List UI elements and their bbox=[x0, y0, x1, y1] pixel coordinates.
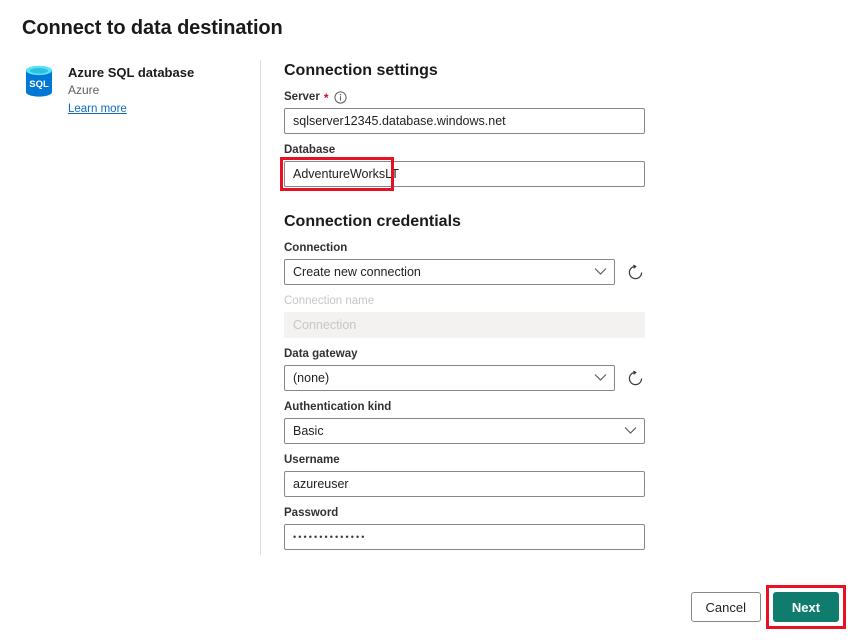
database-input[interactable]: AdventureWorksLT bbox=[284, 161, 645, 187]
chevron-down-icon bbox=[594, 265, 607, 279]
server-field: Server * sqlserver12345.database.windows… bbox=[284, 90, 646, 134]
authentication-kind-value: Basic bbox=[293, 424, 324, 438]
connector-publisher: Azure bbox=[68, 83, 100, 97]
data-gateway-select-value: (none) bbox=[293, 371, 330, 385]
connector-row: SQL Azure SQL database Azure Learn more bbox=[22, 62, 232, 117]
connection-select[interactable]: Create new connection bbox=[284, 259, 615, 285]
authentication-kind-label: Authentication kind bbox=[284, 401, 392, 413]
connector-name: Azure SQL database bbox=[68, 65, 195, 80]
sql-database-icon: SQL bbox=[22, 64, 56, 100]
authentication-kind-select[interactable]: Basic bbox=[284, 418, 645, 444]
connection-refresh-icon[interactable] bbox=[624, 261, 646, 283]
cancel-button[interactable]: Cancel bbox=[690, 592, 761, 622]
info-icon[interactable] bbox=[334, 91, 348, 104]
connection-credentials-heading: Connection credentials bbox=[284, 213, 461, 230]
username-field: Username azureuser bbox=[284, 453, 646, 497]
authentication-kind-field: Authentication kind Basic bbox=[284, 400, 646, 444]
data-gateway-field: Data gateway (none) bbox=[284, 347, 646, 391]
data-gateway-control-row: (none) bbox=[284, 365, 646, 391]
password-label: Password bbox=[284, 507, 339, 519]
database-field: Database AdventureWorksLT bbox=[280, 143, 646, 191]
learn-more-link[interactable]: Learn more bbox=[68, 101, 127, 117]
username-input[interactable]: azureuser bbox=[284, 471, 645, 497]
password-input[interactable]: •••••••••••••• bbox=[284, 524, 645, 550]
data-gateway-label: Data gateway bbox=[284, 348, 358, 360]
server-label-text: Server bbox=[284, 91, 320, 103]
data-gateway-refresh-icon[interactable] bbox=[624, 367, 646, 389]
connection-name-input: Connection bbox=[284, 312, 645, 338]
next-button[interactable]: Next bbox=[773, 592, 839, 622]
connection-label: Connection bbox=[284, 242, 348, 254]
chevron-down-icon bbox=[624, 424, 637, 438]
connection-select-value: Create new connection bbox=[293, 265, 421, 279]
connection-name-label: Connection name bbox=[284, 295, 375, 307]
connector-info-panel: SQL Azure SQL database Azure Learn more bbox=[22, 62, 232, 117]
connection-settings-heading: Connection settings bbox=[284, 62, 438, 79]
username-label: Username bbox=[284, 454, 340, 466]
password-field: Password •••••••••••••• bbox=[284, 506, 646, 550]
panel-divider bbox=[260, 60, 261, 555]
server-input[interactable]: sqlserver12345.database.windows.net bbox=[284, 108, 645, 134]
server-label: Server * bbox=[284, 90, 646, 105]
database-label: Database bbox=[284, 144, 336, 156]
connector-text-block: Azure SQL database Azure Learn more bbox=[68, 62, 194, 117]
dialog-footer: Cancel Next bbox=[690, 585, 846, 629]
page-title: Connect to data destination bbox=[22, 17, 283, 39]
connection-form: Connection settings Server * sqlserver12… bbox=[280, 62, 646, 559]
svg-text:SQL: SQL bbox=[29, 79, 49, 90]
chevron-down-icon bbox=[594, 371, 607, 385]
next-button-wrapper: Next bbox=[766, 585, 846, 629]
data-gateway-select[interactable]: (none) bbox=[284, 365, 615, 391]
connection-control-row: Create new connection bbox=[284, 259, 646, 285]
connection-name-field: Connection name Connection bbox=[284, 294, 646, 338]
connection-field: Connection Create new connection bbox=[284, 241, 646, 285]
required-asterisk: * bbox=[323, 90, 329, 105]
password-masked-value: •••••••••••••• bbox=[293, 532, 367, 542]
